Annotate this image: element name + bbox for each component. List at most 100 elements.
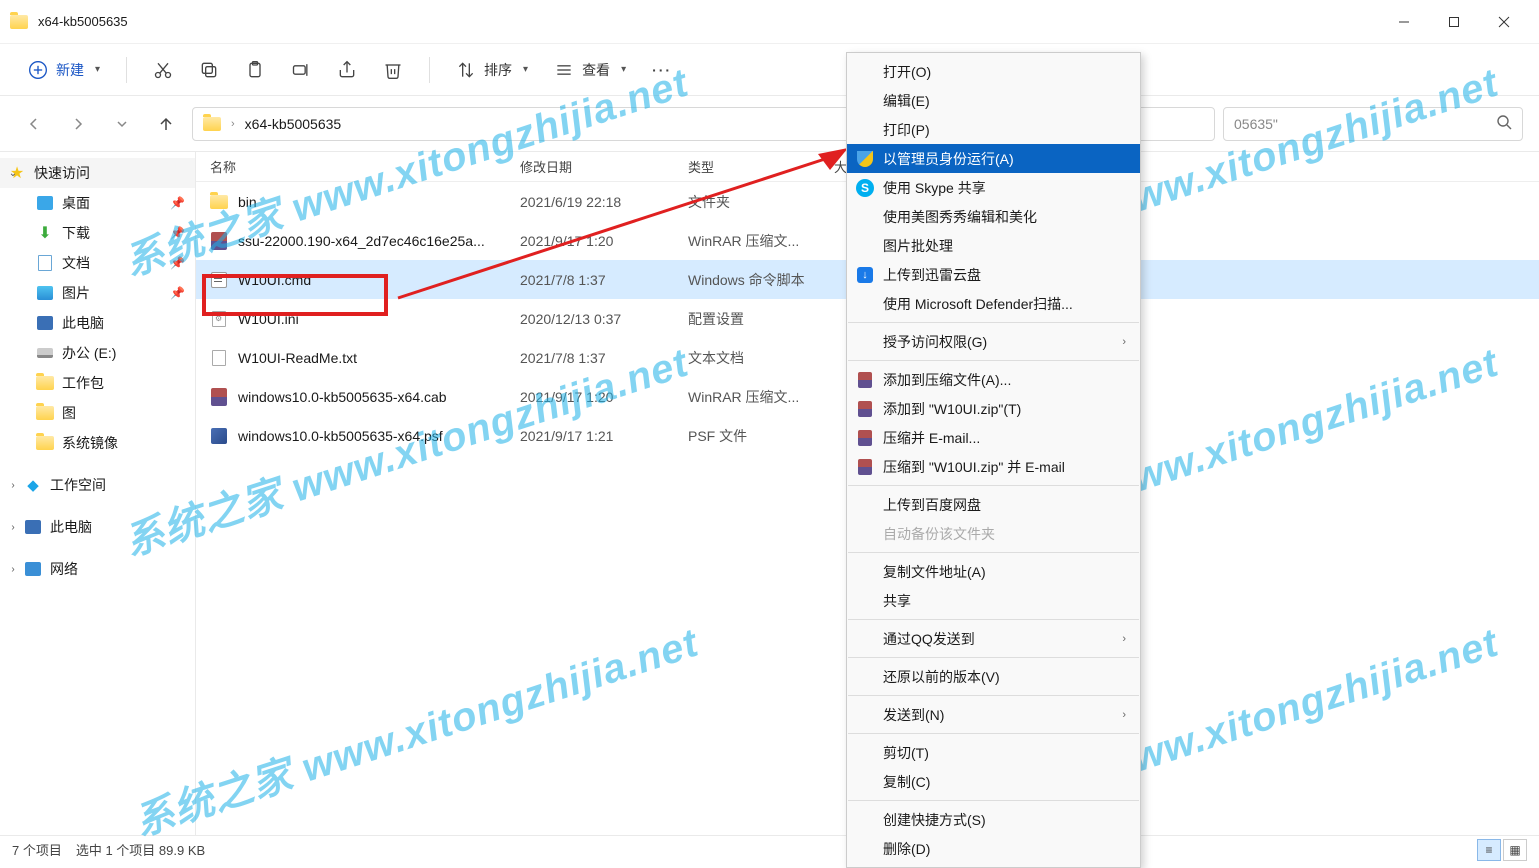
ctx-copy[interactable]: 复制(C) <box>847 767 1140 796</box>
ctx-batch-img[interactable]: 图片批处理 <box>847 231 1140 260</box>
toolbar-separator <box>429 57 430 83</box>
shield-icon <box>855 149 875 169</box>
ctx-cut[interactable]: 剪切(T) <box>847 738 1140 767</box>
sidebar-item-pictures[interactable]: 图片📌 <box>0 278 195 308</box>
rename-button[interactable] <box>281 54 321 86</box>
title-bar: x64-kb5005635 <box>0 0 1539 44</box>
file-type: 配置设置 <box>688 309 834 329</box>
forward-button[interactable] <box>60 106 96 142</box>
ctx-meitu[interactable]: 使用美图秀秀编辑和美化 <box>847 202 1140 231</box>
minimize-button[interactable] <box>1379 6 1429 38</box>
up-button[interactable] <box>148 106 184 142</box>
thumbnails-view-button[interactable]: ▦ <box>1503 839 1527 861</box>
details-view-button[interactable]: ≡ <box>1477 839 1501 861</box>
file-icon <box>210 232 228 250</box>
view-button[interactable]: 查看 ▾ <box>544 54 636 86</box>
workspace-icon: ◆ <box>24 477 42 493</box>
toolbar-separator <box>126 57 127 83</box>
ctx-baidu[interactable]: 上传到百度网盘 <box>847 490 1140 519</box>
quick-access-header[interactable]: ⌄★快速访问 <box>0 158 195 188</box>
maximize-button[interactable] <box>1429 6 1479 38</box>
navigation-bar: › x64-kb5005635 05635" <box>0 96 1539 152</box>
ctx-grant-access[interactable]: 授予访问权限(G)› <box>847 327 1140 356</box>
file-type: WinRAR 压缩文... <box>688 387 834 407</box>
sidebar-item-office-e[interactable]: 办公 (E:) <box>0 338 195 368</box>
ctx-print[interactable]: 打印(P) <box>847 115 1140 144</box>
chevron-right-icon: › <box>1122 336 1126 348</box>
clipboard-icon <box>245 60 265 80</box>
search-box[interactable]: 05635" <box>1223 107 1523 141</box>
ctx-separator <box>848 322 1139 323</box>
recent-dropdown[interactable] <box>104 106 140 142</box>
file-name: bin <box>238 194 257 210</box>
search-placeholder: 05635" <box>1234 116 1486 132</box>
rename-icon <box>291 60 311 80</box>
ctx-delete[interactable]: 删除(D) <box>847 834 1140 863</box>
col-date[interactable]: 修改日期 <box>520 157 688 176</box>
pin-icon: 📌 <box>170 286 185 300</box>
sidebar-item-network[interactable]: ›网络 <box>0 554 195 584</box>
ctx-thunder[interactable]: ↓上传到迅雷云盘 <box>847 260 1140 289</box>
sidebar-item-documents[interactable]: 文档📌 <box>0 248 195 278</box>
chevron-down-icon: ▾ <box>523 64 528 75</box>
share-button[interactable] <box>327 54 367 86</box>
chevron-down-icon: ▾ <box>95 64 100 75</box>
ctx-send-to[interactable]: 发送到(N)› <box>847 700 1140 729</box>
ctx-defender[interactable]: 使用 Microsoft Defender扫描... <box>847 289 1140 318</box>
breadcrumb[interactable]: x64-kb5005635 <box>245 116 342 132</box>
ctx-add-archive[interactable]: 添加到压缩文件(A)... <box>847 365 1140 394</box>
ctx-separator <box>848 360 1139 361</box>
more-button[interactable]: ··· <box>642 54 682 86</box>
sidebar-item-workpack[interactable]: 工作包 <box>0 368 195 398</box>
copy-button[interactable] <box>189 54 229 86</box>
sidebar-item-tu[interactable]: 图 <box>0 398 195 428</box>
sidebar-item-sysimg[interactable]: 系统镜像 <box>0 428 195 458</box>
ctx-run-as-admin[interactable]: 以管理员身份运行(A) <box>847 144 1140 173</box>
ctx-skype-share[interactable]: S使用 Skype 共享 <box>847 173 1140 202</box>
sort-label: 排序 <box>484 60 512 80</box>
network-icon <box>25 562 41 576</box>
ctx-separator <box>848 619 1139 620</box>
window-controls <box>1379 6 1529 38</box>
new-label: 新建 <box>56 60 84 80</box>
ctx-restore[interactable]: 还原以前的版本(V) <box>847 662 1140 691</box>
ctx-separator <box>848 657 1139 658</box>
cut-button[interactable] <box>143 54 183 86</box>
col-name[interactable]: 名称 <box>210 157 520 176</box>
ctx-edit[interactable]: 编辑(E) <box>847 86 1140 115</box>
chevron-down-icon: ▾ <box>621 64 626 75</box>
close-button[interactable] <box>1479 6 1529 38</box>
sidebar-item-thispc[interactable]: 此电脑 <box>0 308 195 338</box>
toolbar: 新建 ▾ 排序 ▾ 查看 ▾ ··· <box>0 44 1539 96</box>
file-name: W10UI.cmd <box>238 272 311 288</box>
file-name: windows10.0-kb5005635-x64.psf <box>238 428 443 444</box>
sidebar-item-downloads[interactable]: ⬇下载📌 <box>0 218 195 248</box>
ctx-zip-email[interactable]: 压缩并 E-mail... <box>847 423 1140 452</box>
file-name: W10UI-ReadMe.txt <box>238 350 357 366</box>
file-type: Windows 命令脚本 <box>688 270 834 290</box>
sidebar-item-desktop[interactable]: 桌面📌 <box>0 188 195 218</box>
file-icon <box>210 388 228 406</box>
sidebar-item-thispc2[interactable]: ›此电脑 <box>0 512 195 542</box>
sort-button[interactable]: 排序 ▾ <box>446 54 538 86</box>
delete-button[interactable] <box>373 54 413 86</box>
chevron-down-icon: ⌄ <box>6 168 20 179</box>
ctx-copy-address[interactable]: 复制文件地址(A) <box>847 557 1140 586</box>
back-button[interactable] <box>16 106 52 142</box>
new-button[interactable]: 新建 ▾ <box>18 54 110 86</box>
file-name: W10UI.ini <box>238 311 299 327</box>
thunder-icon: ↓ <box>855 265 875 285</box>
sidebar-item-workspace[interactable]: ›◆工作空间 <box>0 470 195 500</box>
chevron-right-icon: › <box>1122 709 1126 721</box>
desktop-icon <box>37 196 53 210</box>
ctx-qq-send[interactable]: 通过QQ发送到› <box>847 624 1140 653</box>
ctx-open[interactable]: 打开(O) <box>847 57 1140 86</box>
scissors-icon <box>153 60 173 80</box>
ctx-shortcut[interactable]: 创建快捷方式(S) <box>847 805 1140 834</box>
ctx-zip-to-email[interactable]: 压缩到 "W10UI.zip" 并 E-mail <box>847 452 1140 481</box>
ctx-share[interactable]: 共享 <box>847 586 1140 615</box>
col-type[interactable]: 类型 <box>688 157 834 176</box>
ctx-add-zip[interactable]: 添加到 "W10UI.zip"(T) <box>847 394 1140 423</box>
paste-button[interactable] <box>235 54 275 86</box>
pc-icon <box>25 520 41 534</box>
